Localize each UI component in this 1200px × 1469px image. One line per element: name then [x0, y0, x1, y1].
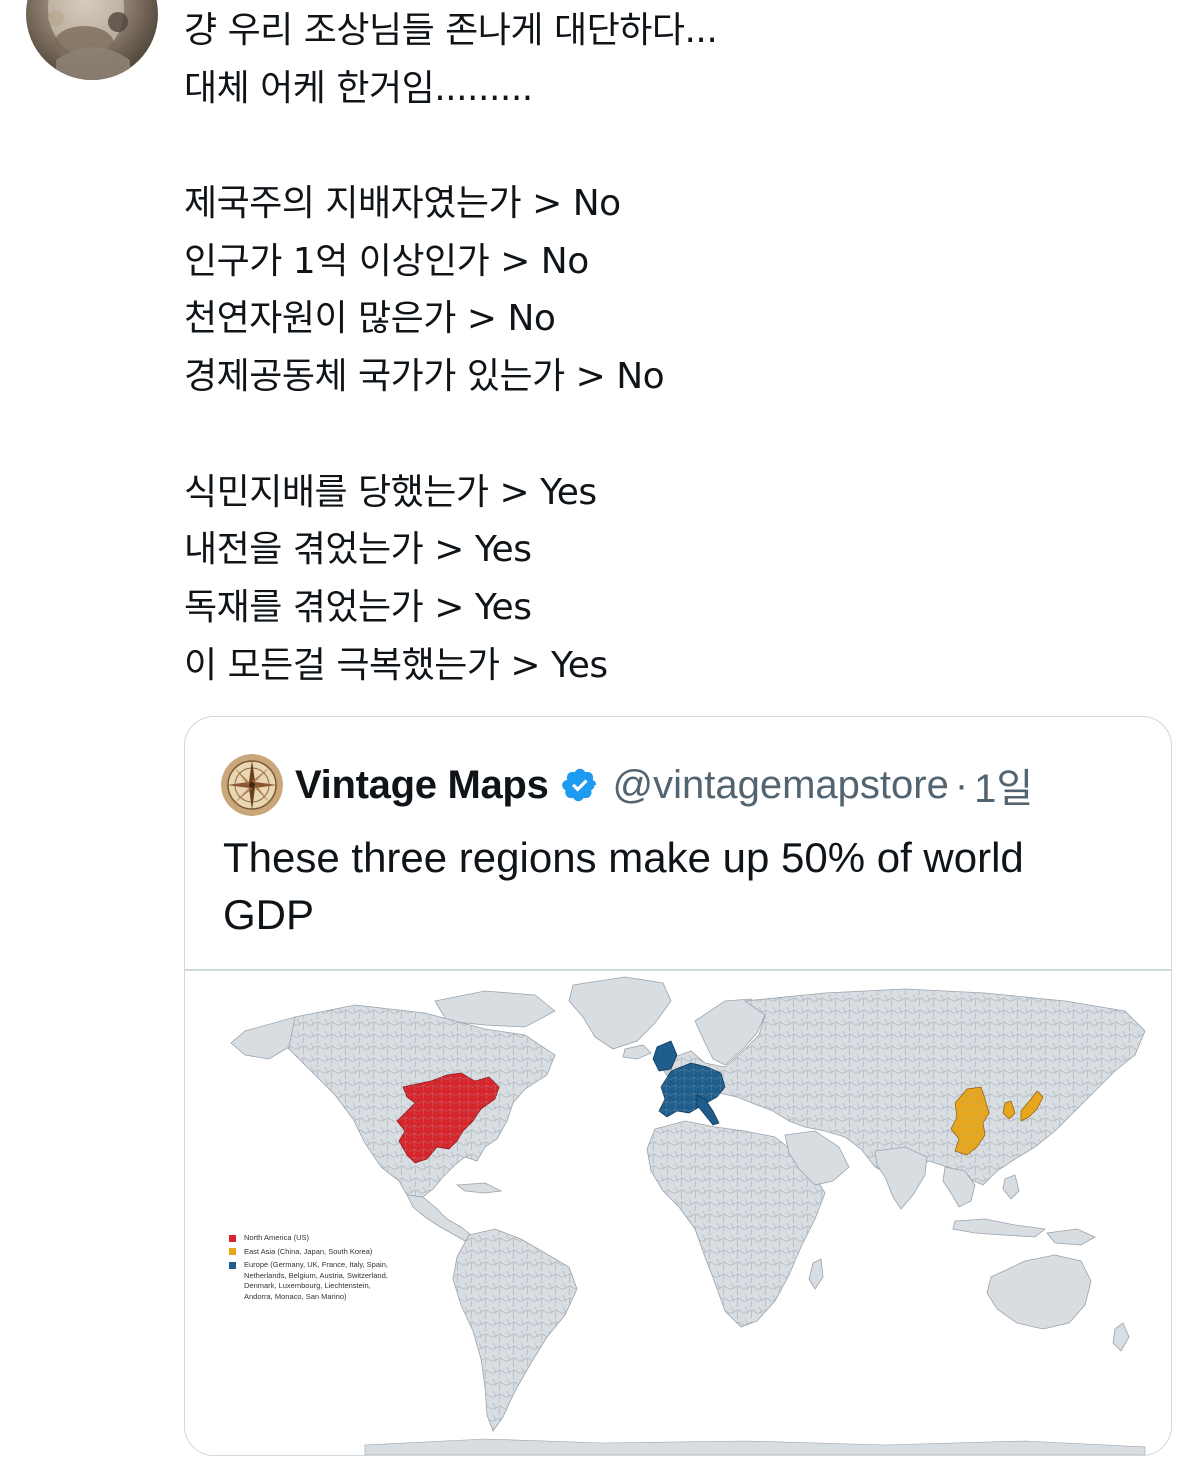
land-antarctica — [364, 1438, 1146, 1455]
quoted-handle[interactable]: @vintagemapstore — [613, 763, 949, 808]
quoted-tweet-card[interactable]: Vintage Maps @vintagemapstore · 1일 These… — [184, 716, 1172, 1456]
land-new-zealand — [1112, 1322, 1130, 1352]
tweet-line: 제국주의 지배자였는가 > No — [184, 183, 621, 225]
tweet-line: 인구가 1억 이상인가 > No — [184, 240, 589, 282]
tweet-line: 대체 어케 한거임......... — [184, 67, 533, 109]
land-indonesia — [952, 1218, 1046, 1238]
map-legend: North America (US) East Asia (China, Jap… — [229, 1233, 389, 1306]
land-alaska — [230, 1016, 296, 1060]
land-iceland — [622, 1044, 652, 1060]
land-new-guinea — [1046, 1228, 1096, 1246]
header-separator: · — [954, 762, 969, 807]
quoted-display-name[interactable]: Vintage Maps — [295, 763, 549, 808]
land-caribbean — [455, 1182, 503, 1194]
land-australia — [986, 1254, 1092, 1330]
author-avatar[interactable] — [26, 0, 158, 80]
tweet-line: 내전을 겪었는가 > Yes — [184, 529, 532, 571]
legend-item-europe: Europe (Germany, UK, France, Italy, Spai… — [229, 1260, 389, 1302]
legend-swatch — [229, 1261, 236, 1269]
tweet-text: 걍 우리 조상님들 존나게 대단하다... 대체 어케 한거임.........… — [184, 2, 1174, 694]
tweet-line: 이 모든걸 극복했는가 > Yes — [184, 644, 608, 686]
tweet-line: 식민지배를 당했는가 > Yes — [184, 471, 597, 513]
quoted-tweet-header: Vintage Maps @vintagemapstore · 1일 — [221, 753, 1033, 817]
legend-swatch — [229, 1234, 236, 1242]
tweet-line: 걍 우리 조상님들 존나게 대단하다... — [184, 10, 718, 51]
tweet-line: 경제공동체 국가가 있는가 > No — [184, 356, 665, 398]
land-central-america — [406, 1194, 472, 1242]
land-greenland — [568, 976, 672, 1050]
tweet-line: 독재를 겪었는가 > Yes — [184, 586, 532, 628]
legend-label: East Asia (China, Japan, South Korea) — [244, 1246, 373, 1256]
land-philippines — [1002, 1174, 1020, 1200]
legend-swatch — [229, 1248, 236, 1256]
legend-label: Europe (Germany, UK, France, Italy, Spai… — [244, 1260, 388, 1301]
legend-label: North America (US) — [244, 1233, 310, 1242]
verified-badge-icon — [561, 766, 599, 804]
quoted-tweet-text: These three regions make up 50% of world… — [223, 834, 1024, 938]
quoted-timestamp[interactable]: 1일 — [974, 756, 1033, 814]
tweet-line: 천연자원이 많은가 > No — [184, 298, 556, 340]
quoted-author-avatar[interactable] — [221, 754, 283, 816]
land-india — [874, 1146, 928, 1210]
legend-item-north-america: North America (US) — [229, 1233, 389, 1244]
world-map-image[interactable]: North America (US) East Asia (China, Jap… — [185, 971, 1171, 1455]
land-madagascar — [808, 1258, 824, 1290]
legend-item-east-asia: East Asia (China, Japan, South Korea) — [229, 1247, 389, 1258]
world-map — [230, 976, 1146, 1455]
